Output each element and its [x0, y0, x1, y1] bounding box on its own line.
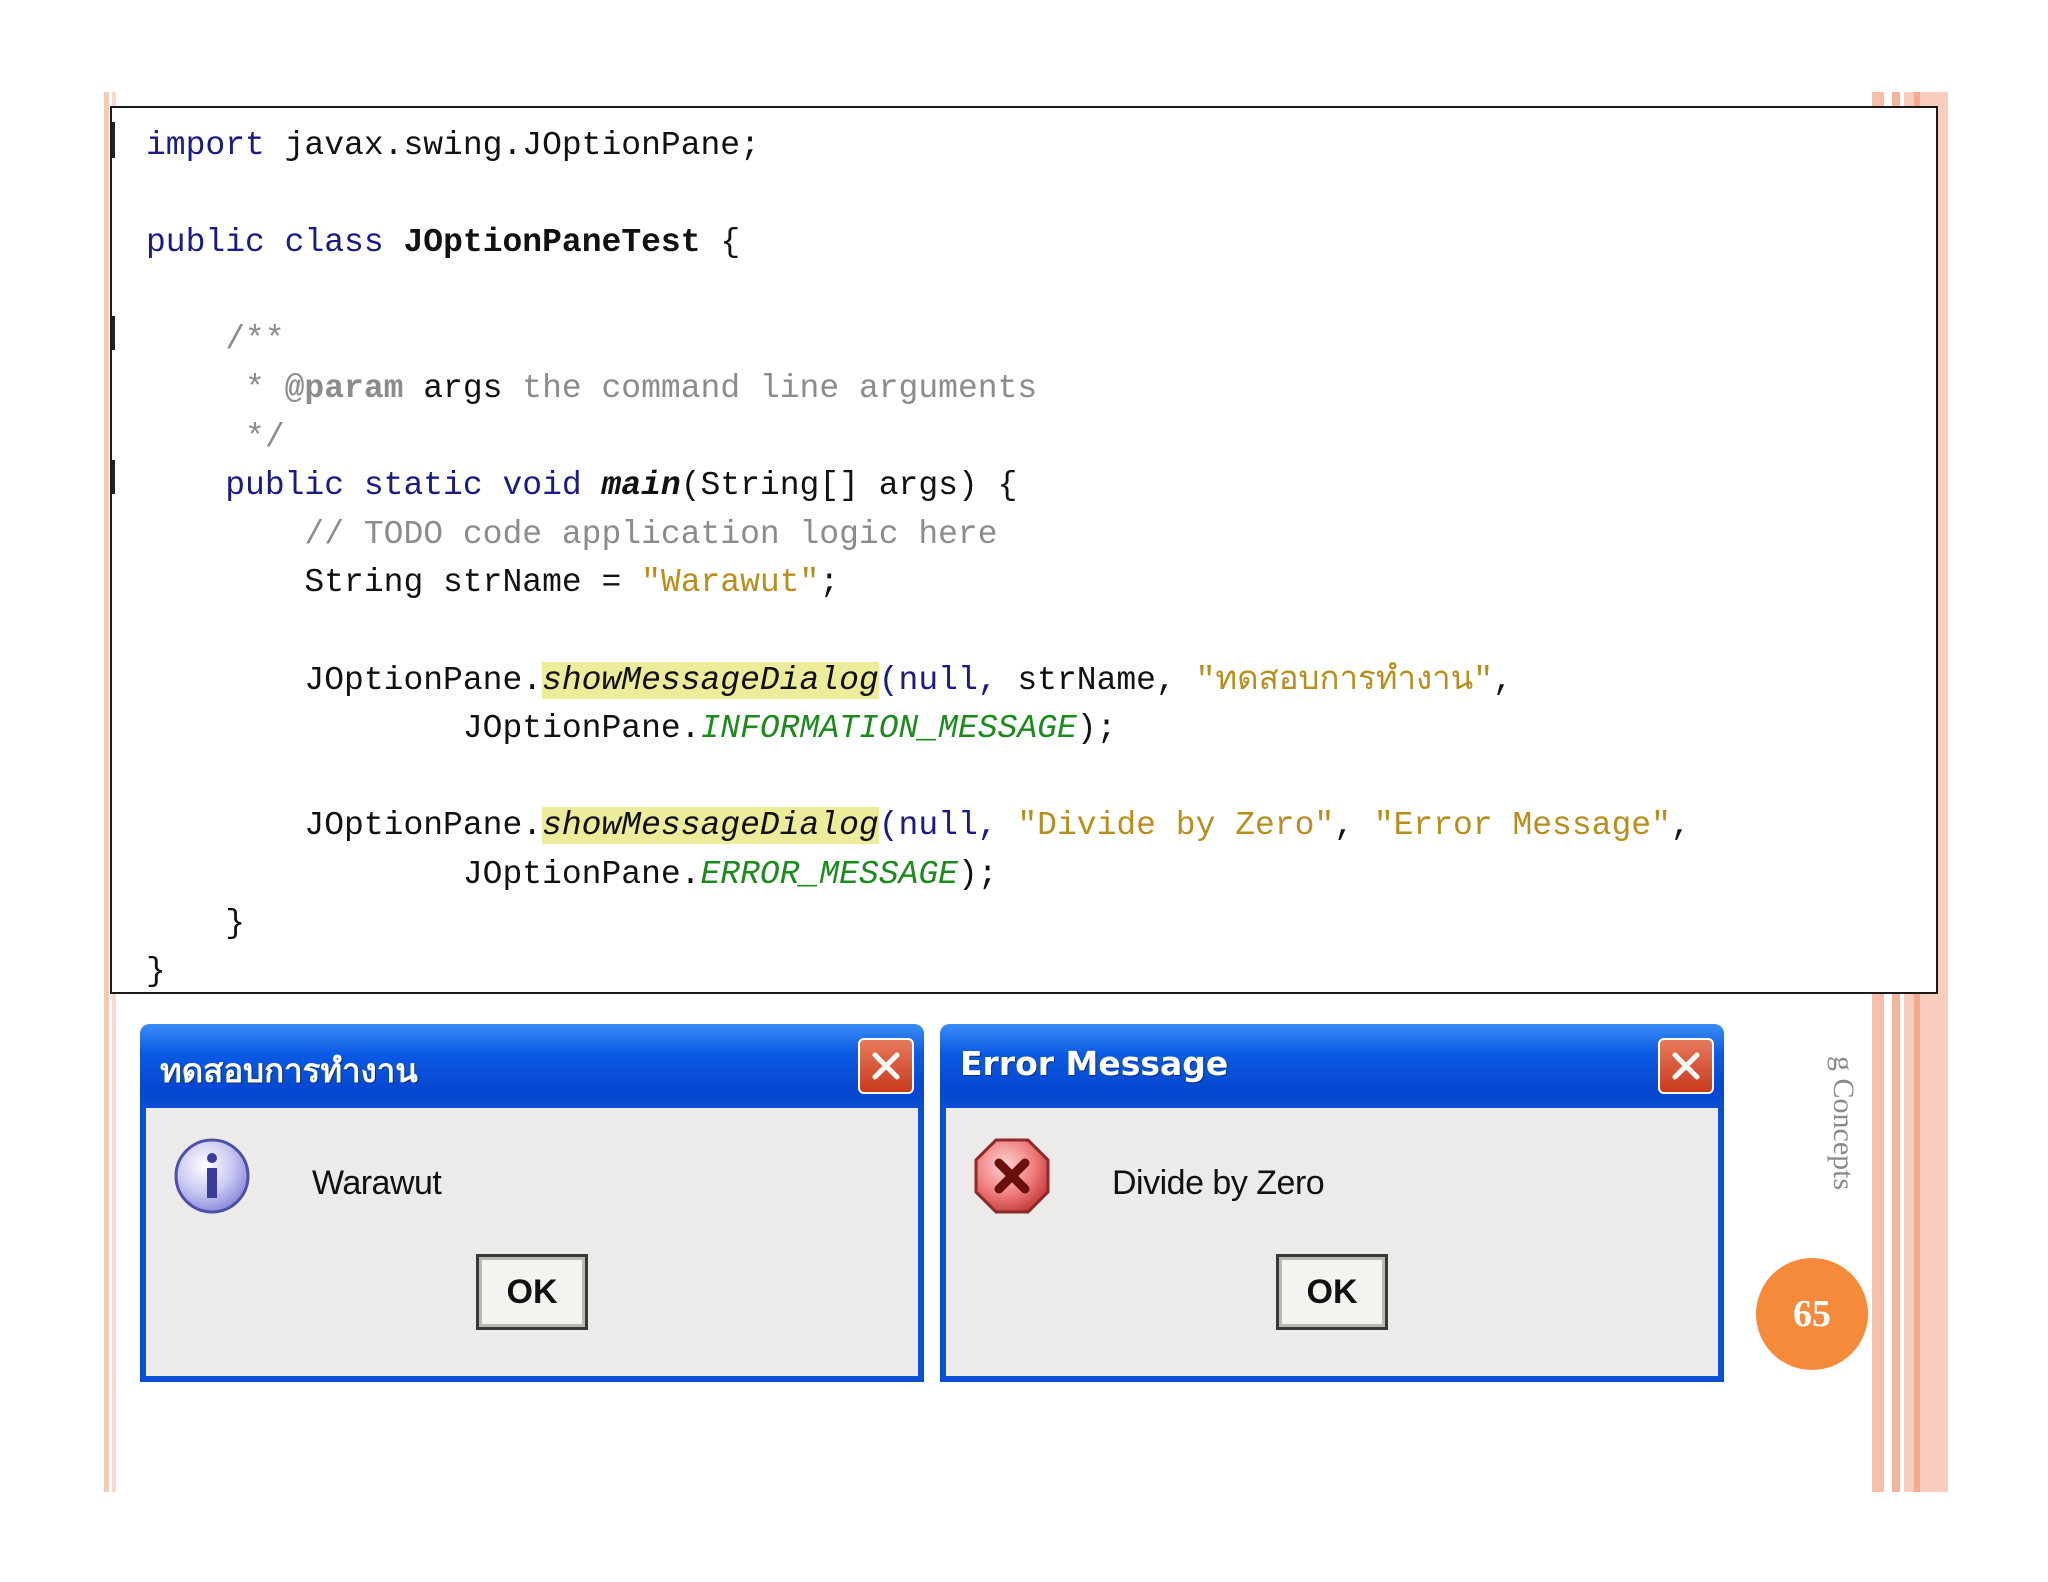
error-icon — [972, 1136, 1052, 1216]
code-editor-panel: import javax.swing.JOptionPane; public cl… — [110, 106, 1938, 994]
code-line: public class JOptionPaneTest { — [146, 224, 741, 262]
close-button[interactable] — [1658, 1038, 1714, 1094]
information-dialog: ทดสอบการทำงาน Warawut OK — [140, 1024, 924, 1382]
dialog-titlebar[interactable]: Error Message — [940, 1024, 1724, 1108]
dialog-message: Warawut — [312, 1164, 442, 1202]
code-line: */ — [146, 418, 285, 456]
gutter-mark — [112, 460, 115, 494]
code-line: JOptionPane.showMessageDialog(null, strN… — [146, 661, 1513, 699]
dialog-body: Warawut OK — [146, 1108, 918, 1376]
dialog-body: Divide by Zero OK — [946, 1108, 1718, 1376]
close-button[interactable] — [858, 1038, 914, 1094]
code-line: } — [146, 953, 166, 991]
gutter-mark — [112, 122, 115, 158]
ok-button[interactable]: OK — [1276, 1254, 1388, 1330]
code-line: JOptionPane.ERROR_MESSAGE); — [146, 855, 998, 893]
code-line: JOptionPane.showMessageDialog(null, "Div… — [146, 807, 1691, 845]
dialog-title: ทดสอบการทำงาน — [160, 1051, 418, 1090]
code-line: * @param args the command line arguments — [146, 369, 1038, 407]
code-line: } — [146, 904, 246, 942]
dialog-titlebar[interactable]: ทดสอบการทำงาน — [140, 1024, 924, 1108]
code-line: String strName = "Warawut"; — [146, 564, 840, 602]
dialog-message: Divide by Zero — [1112, 1164, 1325, 1202]
code-line: JOptionPane.INFORMATION_MESSAGE); — [146, 710, 1117, 748]
ok-button[interactable]: OK — [476, 1254, 588, 1330]
page-number-badge: 65 — [1756, 1258, 1868, 1370]
information-icon — [172, 1136, 252, 1216]
close-icon — [872, 1052, 900, 1080]
gutter-mark — [112, 316, 115, 350]
dialog-title: Error Message — [960, 1044, 1229, 1083]
code-line: /** — [146, 321, 285, 359]
slide-vertical-caption: g Concepts — [1827, 1055, 1860, 1190]
code-line: public static void main(String[] args) { — [225, 467, 1018, 505]
slide-border-left — [104, 92, 109, 1492]
error-dialog: Error Message Divide by Zero OK — [940, 1024, 1724, 1382]
source-code: import javax.swing.JOptionPane; public cl… — [146, 122, 1691, 992]
code-line: import javax.swing.JOptionPane; — [146, 127, 760, 164]
close-icon — [1672, 1052, 1700, 1080]
code-line: // TODO code application logic here — [146, 515, 998, 553]
